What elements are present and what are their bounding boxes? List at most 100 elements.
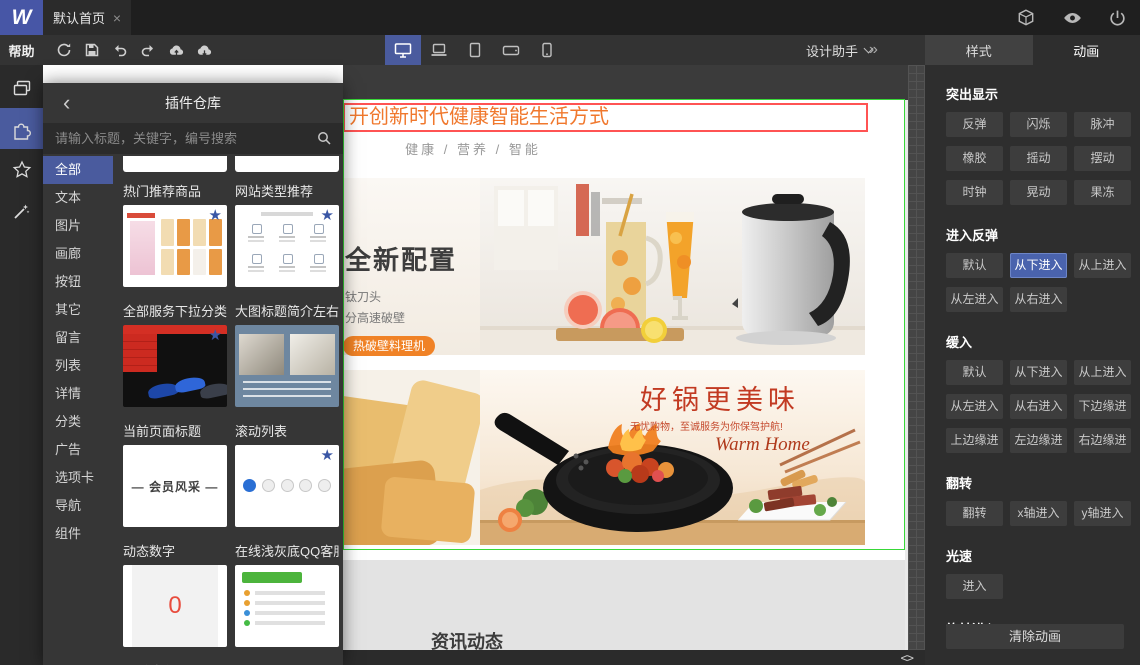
canvas-scrollbar[interactable] xyxy=(908,65,925,650)
page-tab[interactable]: 默认首页 × xyxy=(43,0,131,35)
anim-button-脉冲[interactable]: 脉冲 xyxy=(1074,112,1131,137)
cube-icon[interactable] xyxy=(1016,8,1036,28)
anim-button-闪烁[interactable]: 闪烁 xyxy=(1010,112,1067,137)
anim-button-从上进入[interactable]: 从上进入 xyxy=(1074,360,1131,385)
anim-button-摇动[interactable]: 摇动 xyxy=(1010,146,1067,171)
anim-button-从左进入[interactable]: 从左进入 xyxy=(946,287,1003,312)
anim-button-果冻[interactable]: 果冻 xyxy=(1074,180,1131,205)
plugin-thumbnail[interactable] xyxy=(123,205,227,287)
search-icon[interactable] xyxy=(316,130,332,146)
back-chevron-icon[interactable]: ‹ xyxy=(63,83,70,123)
tab-close-icon[interactable]: × xyxy=(113,10,121,26)
anim-button-默认[interactable]: 默认 xyxy=(946,360,1003,385)
plugin-thumbnail[interactable] xyxy=(235,325,339,407)
anim-button-橡胶[interactable]: 橡胶 xyxy=(946,146,1003,171)
anim-button-反弹[interactable]: 反弹 xyxy=(946,112,1003,137)
category-导航[interactable]: 导航 xyxy=(43,492,113,520)
anim-button-从下进入[interactable]: 从下进入 xyxy=(1010,253,1067,278)
anim-button-从上进入[interactable]: 从上进入 xyxy=(1074,253,1131,278)
category-图片[interactable]: 图片 xyxy=(43,212,113,240)
plugin-thumbnail[interactable]: 0 xyxy=(123,565,227,647)
anim-button-翻转[interactable]: 翻转 xyxy=(946,501,1003,526)
category-列表[interactable]: 列表 xyxy=(43,352,113,380)
device-laptop-icon[interactable] xyxy=(421,35,457,65)
save-icon[interactable] xyxy=(83,41,101,59)
category-留言[interactable]: 留言 xyxy=(43,324,113,352)
anim-button-进入[interactable]: 进入 xyxy=(946,574,1003,599)
app-logo[interactable]: W xyxy=(0,0,43,35)
category-广告[interactable]: 广告 xyxy=(43,436,113,464)
design-assistant-button[interactable]: 设计助手 xyxy=(806,35,874,65)
banner-kettle[interactable]: 全新配置 钛刀头 分高速破壁 热破壁料理机 xyxy=(343,178,865,356)
banner2-script-text: Warm Home xyxy=(715,434,810,455)
anim-button-左边缘进[interactable]: 左边缘进 xyxy=(1010,428,1067,453)
plugin-thumb-partial[interactable] xyxy=(235,156,339,172)
plugin-thumbnail[interactable] xyxy=(235,565,339,647)
code-icon[interactable]: <> xyxy=(901,650,914,665)
banner-kettle-textzone: 全新配置 钛刀头 分高速破壁 热破壁料理机 xyxy=(343,178,480,356)
anim-button-从右进入[interactable]: 从右进入 xyxy=(1010,287,1067,312)
cloud-download-icon[interactable] xyxy=(195,41,213,59)
more-button[interactable]: » xyxy=(869,35,878,65)
sidebar-item-favorites[interactable] xyxy=(0,149,43,190)
banner1-button[interactable]: 热破壁料理机 xyxy=(343,336,436,356)
tab-animation[interactable]: 动画 xyxy=(1032,35,1140,65)
cloud-upload-icon[interactable] xyxy=(167,41,185,59)
eye-icon[interactable] xyxy=(1062,8,1082,28)
undo-icon[interactable] xyxy=(111,41,129,59)
anim-section-title: 光速 xyxy=(946,549,973,564)
anim-button-摆动[interactable]: 摆动 xyxy=(1074,146,1131,171)
anim-button-y轴进入[interactable]: y轴进入 xyxy=(1074,501,1131,526)
refresh-icon[interactable] xyxy=(55,41,73,59)
toast-photo[interactable] xyxy=(343,370,480,545)
news-section-title[interactable]: 资讯动态 xyxy=(431,628,503,650)
plugin-thumbnail[interactable]: — 会员风采 — xyxy=(123,445,227,527)
anim-button-下边缘进[interactable]: 下边缘进 xyxy=(1074,394,1131,419)
anim-button-grid: 默认 从下进入 从上进入从左进入 从右进入 下边缘进上边缘进 左边缘进 右边缘进 xyxy=(946,360,1140,453)
device-phone-landscape-icon[interactable] xyxy=(493,35,529,65)
category-选项卡[interactable]: 选项卡 xyxy=(43,464,113,492)
plugin-thumbnail[interactable] xyxy=(235,445,339,527)
category-画廊[interactable]: 画廊 xyxy=(43,240,113,268)
page-subtitle[interactable]: 健康 / 营养 / 智能 xyxy=(373,139,573,158)
category-其它[interactable]: 其它 xyxy=(43,296,113,324)
sidebar-item-pages[interactable] xyxy=(0,67,43,108)
device-desktop-icon[interactable] xyxy=(385,35,421,65)
banner-wok[interactable]: 好锅更美味 无忧购物，至诚服务为你保驾护航! Warm Home xyxy=(480,370,865,545)
anim-button-x轴进入[interactable]: x轴进入 xyxy=(1010,501,1067,526)
category-按钮[interactable]: 按钮 xyxy=(43,268,113,296)
anim-button-时钟[interactable]: 时钟 xyxy=(946,180,1003,205)
plugin-thumb-partial[interactable] xyxy=(123,156,227,172)
device-tablet-icon[interactable] xyxy=(457,35,493,65)
redo-icon[interactable] xyxy=(139,41,157,59)
category-分类[interactable]: 分类 xyxy=(43,408,113,436)
banner2-subtitle: 无忧购物，至诚服务为你保驾护航! xyxy=(630,422,783,433)
category-全部[interactable]: 全部 xyxy=(43,156,113,184)
plugin-thumbnail[interactable] xyxy=(235,205,339,287)
help-button[interactable]: 帮助 xyxy=(0,35,43,65)
sidebar-item-plugins[interactable] xyxy=(0,108,43,149)
anim-button-默认[interactable]: 默认 xyxy=(946,253,1003,278)
anim-button-从下进入[interactable]: 从下进入 xyxy=(1010,360,1067,385)
topbar: W 默认首页 × xyxy=(0,0,1140,35)
tab-style[interactable]: 样式 xyxy=(925,35,1033,65)
page-heading-selected[interactable]: 开创新时代健康智能生活方式 xyxy=(343,103,868,132)
category-详情[interactable]: 详情 xyxy=(43,380,113,408)
anim-button-从左进入[interactable]: 从左进入 xyxy=(946,394,1003,419)
clear-animation-button[interactable]: 清除动画 xyxy=(946,624,1124,649)
page-header-band[interactable] xyxy=(343,65,908,100)
news-section[interactable] xyxy=(343,560,905,650)
plugin-thumbnail[interactable] xyxy=(123,325,227,407)
plugin-search-input[interactable] xyxy=(43,131,343,146)
plugin-card: 滚动列表 xyxy=(235,424,339,544)
category-组件[interactable]: 组件 xyxy=(43,520,113,548)
anim-button-右边缘进[interactable]: 右边缘进 xyxy=(1074,428,1131,453)
design-assistant-label: 设计助手 xyxy=(806,43,859,59)
anim-button-上边缘进[interactable]: 上边缘进 xyxy=(946,428,1003,453)
device-phone-portrait-icon[interactable] xyxy=(529,35,565,65)
power-icon[interactable] xyxy=(1108,8,1128,28)
anim-button-从右进入[interactable]: 从右进入 xyxy=(1010,394,1067,419)
anim-button-晃动[interactable]: 晃动 xyxy=(1010,180,1067,205)
sidebar-item-magic-wand[interactable] xyxy=(0,190,43,231)
category-文本[interactable]: 文本 xyxy=(43,184,113,212)
